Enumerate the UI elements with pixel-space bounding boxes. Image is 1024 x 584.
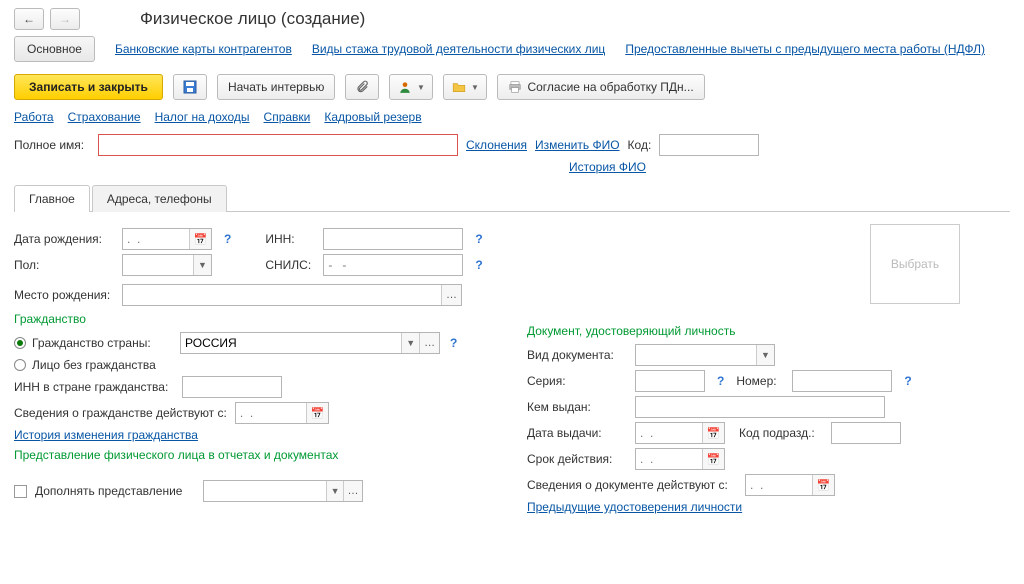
page-title: Физическое лицо (создание)	[140, 9, 365, 29]
back-button[interactable]: ←	[14, 8, 44, 30]
help-icon[interactable]: ?	[471, 258, 486, 272]
help-icon[interactable]: ?	[446, 336, 461, 350]
citizenship-history-link[interactable]: История изменения гражданства	[14, 428, 198, 442]
folder-menu-button[interactable]: ▼	[443, 74, 487, 100]
sublink-tax[interactable]: Налог на доходы	[155, 110, 250, 124]
issue-date-label: Дата выдачи:	[527, 426, 627, 440]
series-input[interactable]	[635, 370, 705, 392]
declension-link[interactable]: Склонения	[466, 138, 527, 152]
top-tab-main[interactable]: Основное	[14, 36, 95, 62]
save-icon	[183, 80, 197, 94]
inn-input[interactable]	[323, 228, 463, 250]
chevron-down-icon[interactable]: ▼	[756, 345, 774, 365]
snils-label: СНИЛС:	[265, 258, 315, 272]
issue-date-input[interactable]	[636, 423, 702, 443]
sublink-reserve[interactable]: Кадровый резерв	[324, 110, 421, 124]
consent-button[interactable]: Согласие на обработку ПДн...	[497, 74, 704, 100]
augment-checkbox[interactable]	[14, 485, 27, 498]
cit-valid-from-label: Сведения о гражданстве действуют с:	[14, 406, 227, 420]
citizenship-title: Гражданство	[14, 312, 497, 326]
inn-label: ИНН:	[265, 232, 315, 246]
chevron-down-icon[interactable]: ▼	[326, 481, 343, 501]
gender-input[interactable]	[123, 255, 193, 275]
help-icon[interactable]: ?	[900, 374, 915, 388]
start-interview-button[interactable]: Начать интервью	[217, 74, 336, 100]
help-icon[interactable]: ?	[713, 374, 728, 388]
print-icon	[508, 80, 522, 94]
ellipsis-button[interactable]: …	[343, 481, 362, 501]
folder-icon	[452, 80, 466, 94]
foreign-inn-input[interactable]	[182, 376, 282, 398]
chevron-down-icon: ▼	[471, 83, 479, 92]
ellipsis-button[interactable]: …	[419, 333, 439, 353]
unit-code-label: Код подразд.:	[739, 426, 823, 440]
augment-label: Дополнять представление	[35, 484, 195, 498]
identity-doc-title: Документ, удостоверяющий личность	[527, 324, 1010, 338]
top-tab-experience[interactable]: Виды стажа трудовой деятельности физичес…	[312, 42, 605, 56]
cit-valid-from-input[interactable]	[236, 403, 306, 423]
chevron-down-icon[interactable]: ▼	[193, 255, 211, 275]
series-label: Серия:	[527, 374, 627, 388]
change-name-link[interactable]: Изменить ФИО	[535, 138, 620, 152]
code-input[interactable]	[659, 134, 759, 156]
stateless-label: Лицо без гражданства	[32, 358, 156, 372]
unit-code-input[interactable]	[831, 422, 901, 444]
tab-addresses[interactable]: Адреса, телефоны	[92, 185, 227, 212]
birthdate-label: Дата рождения:	[14, 232, 114, 246]
foreign-inn-label: ИНН в стране гражданства:	[14, 380, 174, 394]
fullname-input[interactable]	[98, 134, 458, 156]
doc-type-label: Вид документа:	[527, 348, 627, 362]
tab-main[interactable]: Главное	[14, 185, 90, 212]
forward-button[interactable]: →	[50, 8, 80, 30]
citizenship-radio[interactable]	[14, 337, 26, 349]
help-icon[interactable]: ?	[220, 232, 235, 246]
top-tab-deductions[interactable]: Предоставленные вычеты с предыдущего мес…	[625, 42, 985, 56]
previous-docs-link[interactable]: Предыдущие удостоверения личности	[527, 500, 742, 514]
snils-input[interactable]	[323, 254, 463, 276]
valid-until-input[interactable]	[636, 449, 702, 469]
birthdate-input[interactable]	[123, 229, 189, 249]
number-label: Номер:	[736, 374, 784, 388]
doc-type-input[interactable]	[636, 345, 756, 365]
paperclip-icon	[355, 80, 369, 94]
fullname-label: Полное имя:	[14, 138, 90, 152]
consent-label: Согласие на обработку ПДн...	[527, 80, 693, 94]
chevron-down-icon[interactable]: ▼	[401, 333, 419, 353]
sublink-insurance[interactable]: Страхование	[68, 110, 141, 124]
save-button[interactable]	[173, 74, 207, 100]
calendar-icon[interactable]: 📅	[702, 449, 724, 469]
citizenship-country-label: Гражданство страны:	[32, 336, 174, 350]
save-close-button[interactable]: Записать и закрыть	[14, 74, 163, 100]
augment-input[interactable]	[204, 481, 326, 501]
user-menu-button[interactable]: ▼	[389, 74, 433, 100]
help-icon[interactable]: ?	[471, 232, 486, 246]
ellipsis-button[interactable]: …	[441, 285, 461, 305]
calendar-icon[interactable]: 📅	[702, 423, 724, 443]
citizenship-country-input[interactable]	[181, 333, 401, 353]
top-tab-bank-cards[interactable]: Банковские карты контрагентов	[115, 42, 292, 56]
issued-by-input[interactable]	[635, 396, 885, 418]
calendar-icon[interactable]: 📅	[812, 475, 834, 495]
birthplace-input[interactable]	[123, 285, 441, 305]
sublink-work[interactable]: Работа	[14, 110, 54, 124]
number-input[interactable]	[792, 370, 892, 392]
user-icon	[398, 80, 412, 94]
name-history-link[interactable]: История ФИО	[569, 160, 646, 174]
sublink-refs[interactable]: Справки	[264, 110, 311, 124]
doc-valid-from-input[interactable]	[746, 475, 812, 495]
chevron-down-icon: ▼	[417, 83, 425, 92]
issued-by-label: Кем выдан:	[527, 400, 627, 414]
calendar-icon[interactable]: 📅	[189, 229, 211, 249]
valid-until-label: Срок действия:	[527, 452, 627, 466]
doc-valid-from-label: Сведения о документе действуют с:	[527, 478, 737, 492]
photo-placeholder: Выбрать	[891, 257, 939, 271]
code-label: Код:	[628, 138, 652, 152]
attach-button[interactable]	[345, 74, 379, 100]
stateless-radio[interactable]	[14, 359, 26, 371]
birthplace-label: Место рождения:	[14, 288, 114, 302]
calendar-icon[interactable]: 📅	[306, 403, 328, 423]
gender-label: Пол:	[14, 258, 114, 272]
representation-title: Представление физического лица в отчетах…	[14, 448, 497, 462]
photo-chooser[interactable]: Выбрать	[870, 224, 960, 304]
